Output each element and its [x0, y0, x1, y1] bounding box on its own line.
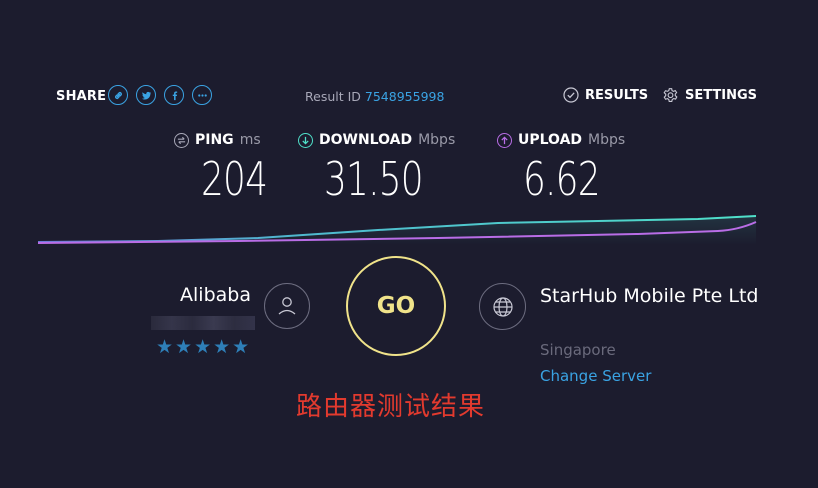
- twitter-icon[interactable]: [136, 85, 156, 105]
- settings-label: SETTINGS: [685, 88, 758, 103]
- upload-unit: Mbps: [588, 132, 626, 148]
- more-icon[interactable]: [192, 85, 212, 105]
- check-circle-icon: [563, 87, 579, 103]
- caption-text: 路由器测试结果: [296, 392, 486, 422]
- upload-metric: UPLOAD Mbps 6.62: [497, 132, 626, 206]
- ping-metric: PING ms 204: [174, 132, 268, 206]
- ping-value: 204: [201, 152, 268, 206]
- upload-label: UPLOAD: [518, 132, 583, 148]
- isp-rating-stars[interactable]: ★★★★★: [156, 336, 251, 358]
- gear-icon: [663, 88, 678, 103]
- globe-icon: [479, 283, 526, 330]
- ping-label: PING: [195, 132, 234, 148]
- facebook-icon[interactable]: [164, 85, 184, 105]
- settings-button[interactable]: SETTINGS: [662, 87, 757, 104]
- server-name: StarHub Mobile Pte Ltd: [540, 285, 759, 307]
- change-server-link[interactable]: Change Server: [540, 367, 651, 385]
- results-button[interactable]: RESULTS: [563, 87, 648, 103]
- ping-icon: [174, 132, 189, 148]
- user-icon: [264, 283, 310, 329]
- download-label: DOWNLOAD: [319, 132, 413, 148]
- speed-graph: [38, 215, 757, 245]
- result-id-link[interactable]: 7548955998: [365, 89, 445, 104]
- result-id-row: Result ID 7548955998: [305, 89, 444, 104]
- upload-icon: [497, 132, 512, 148]
- results-label: RESULTS: [585, 87, 649, 103]
- go-button[interactable]: GO: [346, 256, 446, 356]
- ping-unit: ms: [239, 132, 261, 148]
- download-unit: Mbps: [418, 132, 456, 148]
- ip-address-redacted: [151, 316, 255, 330]
- download-icon: [298, 132, 313, 148]
- server-location: Singapore: [540, 341, 616, 359]
- download-metric: DOWNLOAD Mbps 31.50: [298, 132, 456, 206]
- result-label: Result ID: [305, 89, 361, 104]
- isp-name: Alibaba: [180, 284, 251, 306]
- download-value: 31.50: [324, 152, 424, 206]
- upload-value: 6.62: [523, 152, 601, 206]
- link-icon[interactable]: [108, 85, 128, 105]
- share-label: SHARE: [56, 89, 107, 104]
